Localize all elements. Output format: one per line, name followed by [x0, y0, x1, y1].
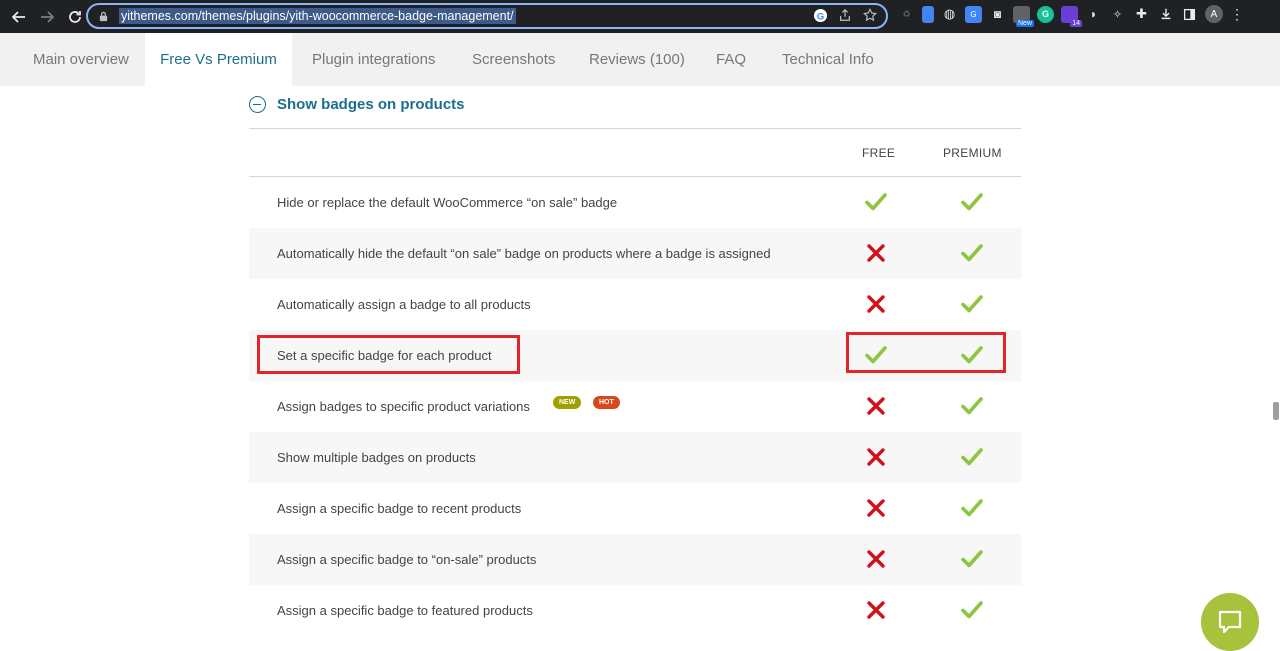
- feature-label: Assign a specific badge to recent produc…: [277, 501, 522, 516]
- extension-count-badge: 14: [1070, 19, 1082, 27]
- share-icon[interactable]: [837, 7, 853, 23]
- table-row: Assign badges to specific product variat…: [249, 381, 1021, 432]
- minus-circle-icon: [249, 96, 266, 113]
- free-cross-icon: [865, 548, 887, 570]
- forward-arrow-icon[interactable]: [34, 4, 60, 30]
- extension-globe-icon[interactable]: ◍: [941, 6, 958, 23]
- table-row: Assign a specific badge to “on-sale” pro…: [249, 534, 1021, 585]
- address-bar[interactable]: yithemes.com/themes/plugins/yith-woocomm…: [86, 3, 888, 29]
- tab-main-overview[interactable]: Main overview: [33, 33, 129, 86]
- column-header-premium: PREMIUM: [943, 146, 1002, 160]
- feature-label: Assign a specific badge to “on-sale” pro…: [277, 552, 537, 567]
- section-toggle[interactable]: Show badges on products: [249, 96, 465, 113]
- extension-translate-icon[interactable]: G: [965, 5, 982, 23]
- chat-bubble-icon: [1218, 610, 1242, 634]
- comparison-table: FREE PREMIUM Hide or replace the default…: [249, 128, 1021, 636]
- hot-badge: HOT: [593, 396, 620, 409]
- feature-label: Automatically hide the default “on sale”…: [277, 246, 771, 261]
- feature-label: Automatically assign a badge to all prod…: [277, 297, 531, 312]
- highlight-box-marks: [846, 332, 1006, 373]
- bookmark-star-icon[interactable]: [862, 7, 878, 23]
- tab-faq[interactable]: FAQ: [716, 33, 746, 86]
- section-title: Show badges on products: [277, 96, 465, 113]
- tab-screenshots[interactable]: Screenshots: [472, 33, 555, 86]
- free-cross-icon: [865, 446, 887, 468]
- extension-satellite-icon[interactable]: ✧: [1109, 6, 1126, 23]
- table-row: Assign a specific badge to featured prod…: [249, 585, 1021, 636]
- table-row: Assign a specific badge to recent produc…: [249, 483, 1021, 534]
- feature-label: Hide or replace the default WooCommerce …: [277, 195, 618, 210]
- free-cross-icon: [865, 395, 887, 417]
- extension-camera-icon[interactable]: ◙: [989, 6, 1006, 23]
- plugin-tab-bar: Main overview Free Vs Premium Plugin int…: [0, 33, 1280, 86]
- free-cross-icon: [865, 242, 887, 264]
- menu-kebab-icon[interactable]: ⋮: [1230, 6, 1244, 23]
- feature-label: Show multiple badges on products: [277, 450, 476, 465]
- premium-check-icon: [961, 497, 983, 519]
- lock-icon: [97, 10, 109, 22]
- profile-avatar[interactable]: A: [1205, 5, 1223, 23]
- free-cross-icon: [865, 599, 887, 621]
- extension-new-icon[interactable]: New: [1013, 5, 1034, 27]
- feature-label: Assign a specific badge to featured prod…: [277, 603, 533, 618]
- feature-label: Assign badges to specific product variat…: [277, 399, 530, 414]
- premium-check-icon: [961, 395, 983, 417]
- extension-recycle-icon[interactable]: ♻: [898, 6, 915, 23]
- premium-check-icon: [961, 446, 983, 468]
- premium-check-icon: [961, 191, 983, 213]
- reload-icon[interactable]: [62, 4, 88, 30]
- column-header-free: FREE: [862, 146, 896, 160]
- tab-plugin-integrations[interactable]: Plugin integrations: [312, 33, 435, 86]
- table-header: FREE PREMIUM: [249, 128, 1021, 177]
- premium-check-icon: [961, 599, 983, 621]
- table-row: Automatically hide the default “on sale”…: [249, 228, 1021, 279]
- extension-new-badge: New: [1015, 19, 1034, 27]
- download-icon[interactable]: [1157, 6, 1174, 23]
- free-check-icon: [865, 191, 887, 213]
- tab-free-vs-premium-label: Free Vs Premium: [160, 51, 277, 68]
- tab-reviews[interactable]: Reviews (100): [589, 33, 685, 86]
- table-body: Hide or replace the default WooCommerce …: [249, 177, 1021, 636]
- highlight-box-feature: [257, 335, 520, 374]
- extension-grammarly-icon[interactable]: G: [1037, 5, 1054, 23]
- back-arrow-icon[interactable]: [6, 4, 32, 30]
- table-row: Hide or replace the default WooCommerce …: [249, 177, 1021, 228]
- browser-toolbar: yithemes.com/themes/plugins/yith-woocomm…: [0, 0, 1280, 33]
- premium-check-icon: [961, 548, 983, 570]
- extension-count-icon[interactable]: 14: [1061, 5, 1082, 27]
- free-cross-icon: [865, 293, 887, 315]
- extensions-puzzle-icon[interactable]: ✚: [1133, 6, 1150, 23]
- table-row: Automatically assign a badge to all prod…: [249, 279, 1021, 330]
- svg-text:G: G: [816, 11, 823, 21]
- premium-check-icon: [961, 293, 983, 315]
- google-lens-icon[interactable]: G: [812, 7, 828, 23]
- new-badge: NEW: [553, 396, 582, 409]
- extension-moon-icon[interactable]: ◗: [1085, 6, 1102, 23]
- chat-button[interactable]: [1201, 593, 1259, 651]
- url-text[interactable]: yithemes.com/themes/plugins/yith-woocomm…: [119, 8, 516, 24]
- tab-free-vs-premium[interactable]: Free Vs Premium: [145, 33, 292, 86]
- extension-docs-icon[interactable]: [922, 5, 934, 23]
- table-row: Show multiple badges on products: [249, 432, 1021, 483]
- premium-check-icon: [961, 242, 983, 264]
- page-scrollbar[interactable]: [1272, 36, 1280, 646]
- scrollbar-thumb[interactable]: [1273, 402, 1279, 420]
- side-panel-icon[interactable]: [1181, 6, 1198, 23]
- free-cross-icon: [865, 497, 887, 519]
- tab-technical-info[interactable]: Technical Info: [782, 33, 874, 86]
